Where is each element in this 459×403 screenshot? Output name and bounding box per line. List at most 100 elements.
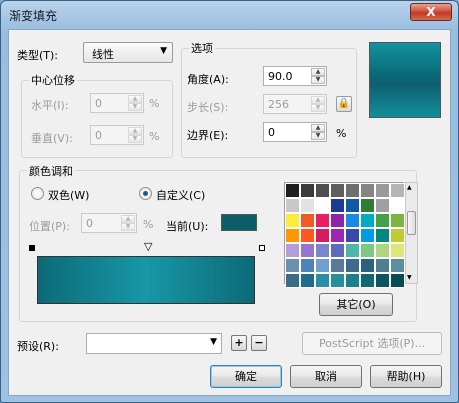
palette-swatch[interactable] [330,228,345,243]
palette-swatch[interactable] [315,243,330,258]
palette-swatch[interactable] [300,228,315,243]
remove-preset-button[interactable]: − [251,335,267,351]
steps-spinner[interactable]: 256 ▲ ▼ [263,94,327,114]
palette-swatch[interactable] [300,243,315,258]
palette-swatch[interactable] [345,258,360,273]
scroll-down-icon[interactable]: ▼ [407,274,412,282]
palette-swatch[interactable] [360,198,375,213]
palette-swatch[interactable] [345,213,360,228]
palette-swatch[interactable] [285,183,300,198]
two-color-radio[interactable] [31,187,44,200]
spin-down-icon[interactable]: ▼ [311,76,325,84]
palette-swatch[interactable] [360,258,375,273]
lock-icon[interactable]: 🔒 [336,96,352,112]
palette-swatch[interactable] [345,243,360,258]
cancel-button[interactable]: 取消 [290,365,362,388]
palette-swatch[interactable] [390,243,405,258]
palette-swatch[interactable] [285,243,300,258]
title-bar[interactable]: 渐变填充 X [1,1,458,29]
palette-swatch[interactable] [375,183,390,198]
palette-swatch[interactable] [390,228,405,243]
spin-up-icon[interactable]: ▲ [128,95,142,103]
triangle-marker-icon[interactable]: ▽ [144,241,152,252]
palette-swatch[interactable] [390,258,405,273]
gradient-blend-bar[interactable] [37,256,255,304]
palette-swatch[interactable] [360,243,375,258]
spin-up-icon[interactable]: ▲ [311,96,325,104]
palette-swatch[interactable] [315,258,330,273]
palette-swatch[interactable] [300,273,315,288]
vertical-spinner[interactable]: 0 ▲ ▼ [90,125,144,145]
palette-swatch[interactable] [300,258,315,273]
start-node-marker[interactable] [29,245,35,251]
palette-swatch[interactable] [375,198,390,213]
spin-down-icon[interactable]: ▼ [311,132,325,140]
palette-swatch[interactable] [345,228,360,243]
spin-down-icon[interactable]: ▼ [311,104,325,112]
spin-up-icon[interactable]: ▲ [311,124,325,132]
close-button[interactable]: X [410,3,452,21]
palette-swatch[interactable] [300,213,315,228]
end-node-marker[interactable] [259,245,265,251]
palette-swatch[interactable] [315,198,330,213]
spin-down-icon[interactable]: ▼ [128,135,142,143]
vertical-value: 0 [95,129,102,142]
palette-swatch[interactable] [360,228,375,243]
help-button[interactable]: 帮助(H) [370,365,442,388]
palette-swatch[interactable] [315,213,330,228]
scroll-thumb[interactable] [407,211,416,235]
palette-swatch[interactable] [360,213,375,228]
palette-swatch[interactable] [330,273,345,288]
palette-swatch[interactable] [375,213,390,228]
palette-swatch[interactable] [330,213,345,228]
palette-swatch[interactable] [315,228,330,243]
horizontal-spinner[interactable]: 0 ▲ ▼ [90,93,144,113]
palette-swatch[interactable] [300,198,315,213]
scroll-up-icon[interactable]: ▲ [407,184,412,192]
palette-swatch[interactable] [330,198,345,213]
current-color-swatch[interactable] [221,214,257,231]
palette-swatch[interactable] [345,183,360,198]
palette-swatch[interactable] [285,198,300,213]
palette-swatch[interactable] [330,243,345,258]
edge-spinner[interactable]: 0 ▲ ▼ [263,122,327,142]
postscript-options-button[interactable]: PostScript 选项(P)... [302,332,442,355]
palette-swatch[interactable] [390,213,405,228]
palette-swatch[interactable] [375,273,390,288]
palette-swatch[interactable] [315,183,330,198]
palette-swatch[interactable] [390,183,405,198]
palette-swatch[interactable] [330,183,345,198]
palette-swatch[interactable] [390,198,405,213]
palette-swatch[interactable] [330,258,345,273]
add-preset-button[interactable]: + [231,335,247,351]
spin-up-icon[interactable]: ▲ [311,68,325,76]
spin-up-icon[interactable]: ▲ [128,127,142,135]
palette-swatch[interactable] [375,243,390,258]
palette-swatch[interactable] [315,273,330,288]
palette-swatch[interactable] [390,273,405,288]
spin-up-icon[interactable]: ▲ [121,215,135,223]
palette-scrollbar[interactable]: ▲ ▼ [405,182,418,284]
palette-swatch[interactable] [300,183,315,198]
spin-down-icon[interactable]: ▼ [121,223,135,231]
palette-swatch[interactable] [345,198,360,213]
custom-radio[interactable] [139,187,152,200]
palette-swatch[interactable] [360,273,375,288]
ok-button[interactable]: 确定 [210,365,282,388]
palette-swatch[interactable] [285,213,300,228]
color-palette[interactable] [284,182,405,288]
angle-spinner[interactable]: 90.0 ▲ ▼ [263,66,327,86]
other-button[interactable]: 其它(O) [319,293,393,316]
palette-swatch[interactable] [375,258,390,273]
palette-swatch[interactable] [360,183,375,198]
spin-down-icon[interactable]: ▼ [128,103,142,111]
position-spinner[interactable]: 0 ▲ ▼ [81,213,137,233]
palette-swatch[interactable] [375,228,390,243]
palette-swatch[interactable] [285,228,300,243]
palette-swatch[interactable] [285,273,300,288]
palette-swatch[interactable] [285,258,300,273]
type-select[interactable]: 线性 ▼ [83,42,173,63]
chevron-down-icon[interactable]: ▼ [210,337,217,347]
palette-swatch[interactable] [345,273,360,288]
preset-combo[interactable]: ▼ [86,333,222,354]
